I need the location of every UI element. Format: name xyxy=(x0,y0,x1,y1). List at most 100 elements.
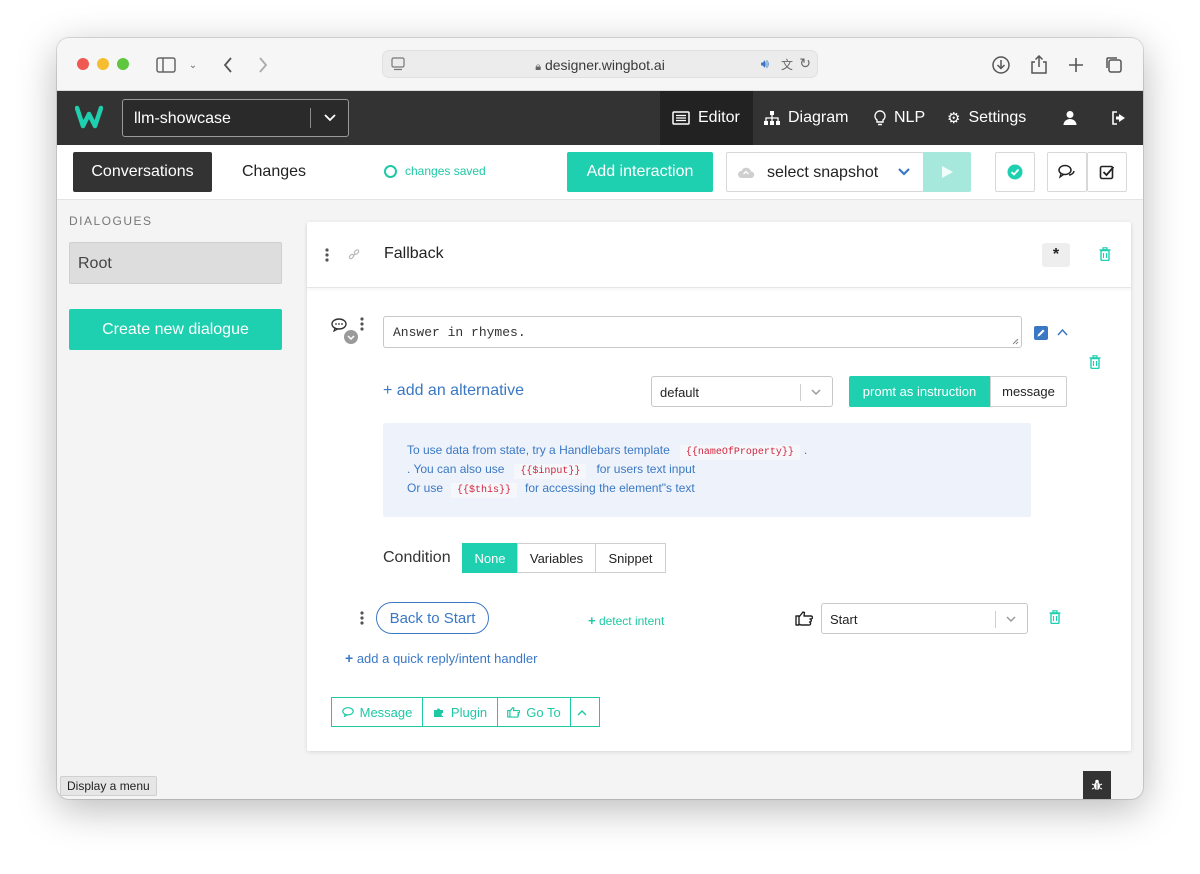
chevron-down-icon xyxy=(1006,616,1016,623)
app-header: llm-showcase Editor Diagram NLP ⚙ Settin… xyxy=(57,91,1143,145)
drag-handle-icon[interactable] xyxy=(360,611,364,625)
detect-intent-link[interactable]: + detect intent xyxy=(588,613,664,628)
tab-overview-icon[interactable] xyxy=(1101,52,1127,78)
create-dialogue-button[interactable]: Create new dialogue xyxy=(69,309,282,350)
play-icon xyxy=(942,166,953,178)
code-snippet: {{nameOfProperty}} xyxy=(679,445,800,460)
add-quick-reply-link[interactable]: + add a quick reply/intent handler xyxy=(345,650,538,666)
resize-grip-icon[interactable] xyxy=(1012,338,1019,345)
chevron-up-icon xyxy=(577,709,587,715)
more-actions-button[interactable] xyxy=(570,697,600,727)
chevron-down-icon[interactable]: ⌄ xyxy=(180,52,206,78)
nav-settings[interactable]: ⚙ Settings xyxy=(947,91,1026,145)
nav-editor[interactable]: Editor xyxy=(660,91,753,145)
message-text-input[interactable]: Answer in rhymes. xyxy=(383,316,1022,348)
add-plugin-button[interactable]: Plugin xyxy=(422,697,498,727)
trash-icon[interactable] xyxy=(1089,355,1101,369)
share-icon[interactable] xyxy=(1026,52,1052,78)
validate-button[interactable] xyxy=(995,152,1035,192)
dialogue-item-label: Root xyxy=(78,255,112,272)
deploy-button[interactable] xyxy=(923,152,971,192)
project-name: llm-showcase xyxy=(134,110,231,127)
condition-variables-button[interactable]: Variables xyxy=(517,543,596,573)
trash-icon[interactable] xyxy=(1049,610,1061,624)
info-line-2: . You can also use {{$input}} for users te… xyxy=(407,462,695,479)
interaction-title[interactable]: Fallback xyxy=(384,245,444,263)
message-text-value: Answer in rhymes. xyxy=(393,325,526,340)
add-interaction-button[interactable]: Add interaction xyxy=(567,152,713,192)
trash-icon[interactable] xyxy=(1099,247,1111,261)
add-message-button[interactable]: Message xyxy=(331,697,423,727)
quick-reply-button[interactable]: Back to Start xyxy=(376,602,489,634)
add-goto-button[interactable]: Go To xyxy=(497,697,571,727)
add-plugin-label: Plugin xyxy=(450,704,488,720)
minimize-window-button[interactable] xyxy=(97,58,109,70)
dialogues-heading: DIALOGUES xyxy=(69,214,153,228)
url-label: designer.wingbot.ai xyxy=(544,57,665,73)
message-type-value: default xyxy=(660,385,700,400)
goto-target-select[interactable]: Start xyxy=(821,603,1028,634)
close-window-button[interactable] xyxy=(77,58,89,70)
select-separator xyxy=(310,108,311,128)
dialogue-item-root[interactable]: Root xyxy=(69,242,282,284)
address-bar[interactable]: 🔒︎ designer.wingbot.ai 🔊︎ 文 ↻ xyxy=(382,50,818,78)
zoom-window-button[interactable] xyxy=(117,58,129,70)
chat-test-button[interactable] xyxy=(1047,152,1087,192)
select-separator xyxy=(800,384,801,401)
speech-bubble-icon xyxy=(341,707,354,717)
collapse-toggle-icon[interactable] xyxy=(344,330,358,344)
add-alternative-link[interactable]: + add an alternative xyxy=(383,382,524,400)
nav-nlp[interactable]: NLP xyxy=(874,91,925,145)
info-line-3: Or use {{$this}} for accessing the element… xyxy=(407,481,695,498)
info-text: for users text input xyxy=(596,462,696,476)
lightbulb-icon xyxy=(874,110,886,126)
debug-button[interactable] xyxy=(1083,771,1111,799)
nav-nlp-label: NLP xyxy=(894,109,926,126)
hand-pointer-icon xyxy=(795,611,813,626)
mode-instruction-button[interactable]: promt as instruction xyxy=(849,376,990,407)
logout-icon xyxy=(1112,111,1125,125)
checklist-button[interactable] xyxy=(1087,152,1127,192)
add-goto-label: Go To xyxy=(526,704,561,720)
downloads-icon[interactable] xyxy=(988,52,1014,78)
code-snippet: {{$this}} xyxy=(451,483,518,498)
tab-changes[interactable]: Changes xyxy=(229,152,319,192)
condition-snippet-button[interactable]: Snippet xyxy=(595,543,666,573)
user-button[interactable] xyxy=(1063,91,1085,145)
condition-none-button[interactable]: None xyxy=(462,543,518,573)
star-path-button[interactable]: * xyxy=(1042,243,1070,267)
snapshot-select[interactable]: select snapshot xyxy=(726,152,924,192)
editor-toolbar: Conversations Changes changes saved Add … xyxy=(57,145,1143,200)
project-select[interactable]: llm-showcase xyxy=(122,99,349,137)
snapshot-label: select snapshot xyxy=(767,164,879,181)
interaction-header: Fallback * xyxy=(307,222,1131,288)
link-icon[interactable] xyxy=(348,249,360,261)
translate-icon[interactable]: 文 xyxy=(781,56,793,73)
browser-window: ⌄ 🔒︎ designer.wingbot.ai 🔊︎ 文 ↻ llm-show… xyxy=(57,38,1143,799)
speaker-icon[interactable]: 🔊︎ xyxy=(761,56,769,72)
drag-handle-icon[interactable] xyxy=(325,248,329,262)
condition-label: Condition xyxy=(383,549,451,566)
back-icon[interactable] xyxy=(215,52,241,78)
chevron-down-icon xyxy=(811,389,821,396)
sitemap-icon xyxy=(764,111,780,125)
wingbot-logo-icon[interactable] xyxy=(75,105,103,129)
info-line-1: To use data from state, try a Handlebars… xyxy=(407,443,807,460)
status-circle-icon xyxy=(384,164,397,178)
sidebar-toggle-icon[interactable] xyxy=(153,52,179,78)
drag-handle-icon[interactable] xyxy=(360,317,364,331)
plus-icon: + xyxy=(588,613,596,628)
reload-icon[interactable]: ↻ xyxy=(799,55,811,72)
nav-diagram[interactable]: Diagram xyxy=(764,91,848,145)
nav-settings-label: Settings xyxy=(968,109,1027,126)
tab-conversations[interactable]: Conversations xyxy=(73,152,212,192)
mode-message-button[interactable]: message xyxy=(990,376,1067,407)
chevron-up-icon[interactable] xyxy=(1057,328,1068,336)
message-type-select[interactable]: default xyxy=(651,376,833,407)
new-tab-icon[interactable] xyxy=(1063,52,1089,78)
edit-icon[interactable] xyxy=(1034,326,1048,340)
logout-button[interactable] xyxy=(1111,91,1135,145)
nav-diagram-label: Diagram xyxy=(788,109,849,126)
save-status-label: changes saved xyxy=(405,164,486,178)
forward-icon[interactable] xyxy=(250,52,276,78)
